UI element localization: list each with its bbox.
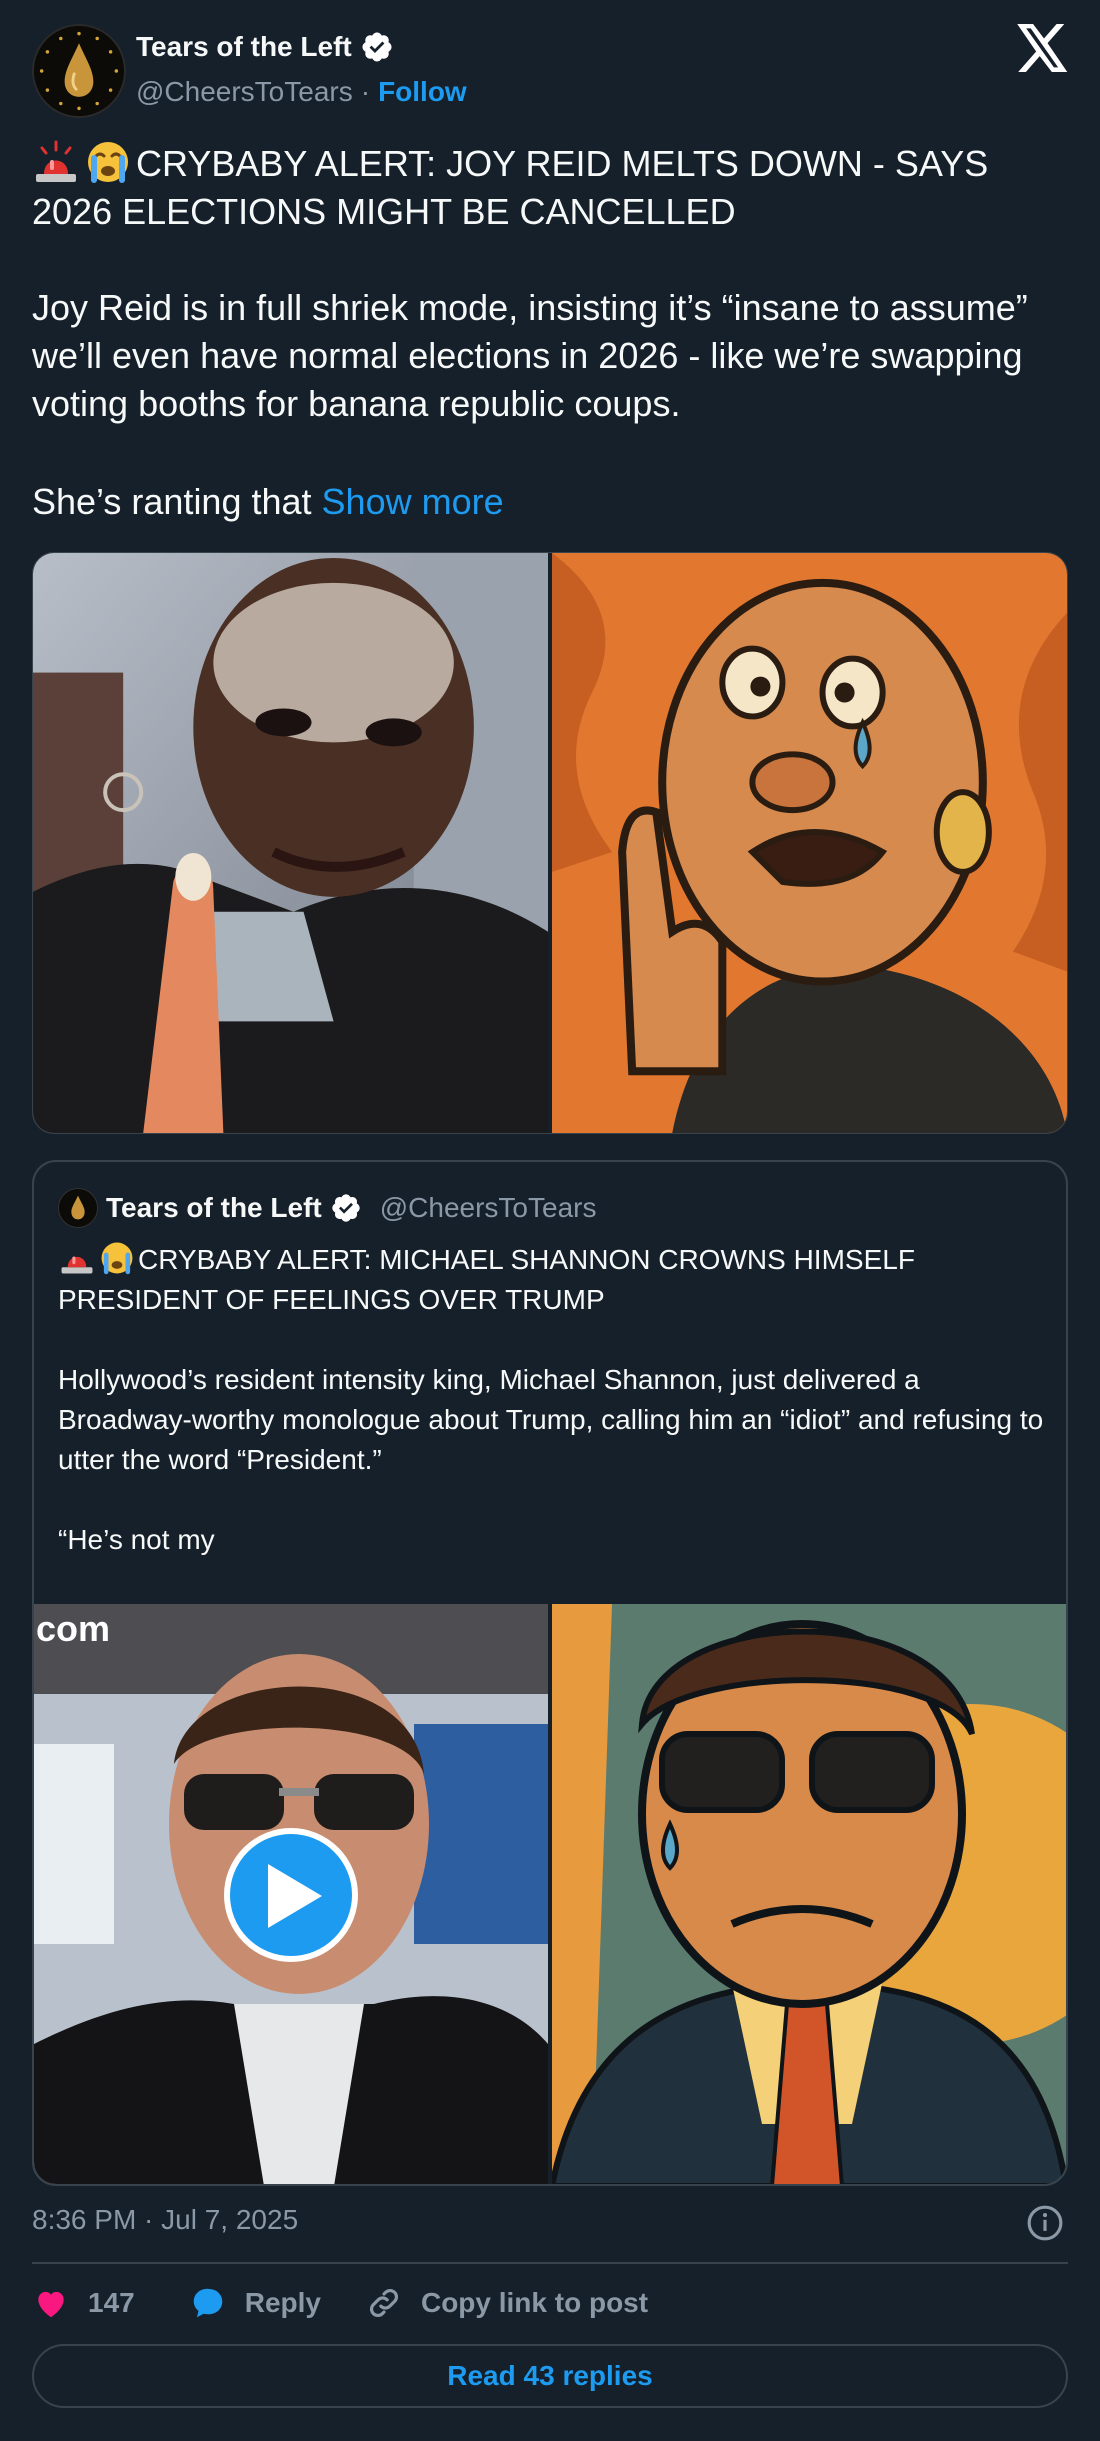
author-handle-row: @CheersToTears · Follow bbox=[136, 76, 467, 108]
reply-button[interactable]: Reply bbox=[189, 2284, 321, 2322]
like-count: 147 bbox=[88, 2287, 135, 2318]
quoted-paragraph-2: “He’s not my bbox=[58, 1524, 215, 1555]
post-paragraph-2: She’s ranting that Show more bbox=[32, 478, 1072, 526]
media-photo-left[interactable] bbox=[33, 553, 548, 1133]
quoted-author-handle: @CheersToTears bbox=[379, 1192, 597, 1223]
x-logo-icon[interactable] bbox=[1016, 24, 1070, 72]
verified-badge-icon bbox=[362, 32, 392, 62]
golden-tear-logo-icon bbox=[34, 26, 124, 116]
tweet-card: Tears of the Left @CheersToTears · Follo… bbox=[0, 0, 1100, 2441]
play-button[interactable] bbox=[224, 1828, 358, 1962]
post-headline-text: CRYBABY ALERT: JOY REID MELTS DOWN - SAY… bbox=[32, 143, 989, 232]
follow-button[interactable]: Follow bbox=[378, 76, 467, 108]
quoted-tweet-header: Tears of the Left @CheersToTears bbox=[58, 1188, 596, 1228]
quoted-video-left[interactable]: com bbox=[34, 1604, 548, 2184]
reply-label: Reply bbox=[244, 2287, 321, 2318]
speech-bubble-icon bbox=[193, 2288, 222, 2318]
copy-link-label: Copy link to post bbox=[420, 2287, 649, 2318]
verified-badge-icon bbox=[332, 1194, 360, 1222]
heart-icon bbox=[38, 2291, 64, 2318]
quoted-headline: CRYBABY ALERT: MICHAEL SHANNON CROWNS HI… bbox=[58, 1240, 1048, 1320]
author-avatar[interactable] bbox=[32, 24, 126, 118]
copy-link-button[interactable]: Copy link to post bbox=[365, 2284, 648, 2322]
quoted-illustration-right[interactable] bbox=[552, 1604, 1066, 2184]
cartoon-crying-man-sunglasses bbox=[552, 1604, 1066, 2184]
read-replies-button[interactable]: Read 43 replies bbox=[32, 2344, 1068, 2408]
quoted-author-avatar bbox=[58, 1188, 98, 1228]
media-illustration-right[interactable] bbox=[552, 553, 1067, 1133]
author-handle[interactable]: @CheersToTears bbox=[136, 76, 353, 108]
link-icon bbox=[369, 2289, 398, 2317]
info-icon[interactable] bbox=[1026, 2204, 1064, 2242]
loudly-crying-face-icon bbox=[88, 142, 128, 183]
photo-woman-selfie bbox=[33, 553, 548, 1133]
footer-divider bbox=[32, 2262, 1068, 2264]
video-watermark: com bbox=[36, 1608, 111, 1649]
like-button[interactable]: 147 bbox=[32, 2284, 135, 2322]
quoted-headline-text: CRYBABY ALERT: MICHAEL SHANNON CROWNS HI… bbox=[58, 1244, 915, 1315]
show-more-link[interactable]: Show more bbox=[322, 481, 504, 522]
loudly-crying-face-icon bbox=[101, 1242, 133, 1275]
author-name-row: Tears of the Left bbox=[136, 30, 394, 64]
cartoon-crying-woman bbox=[552, 553, 1067, 1133]
action-bar: 147 Reply Copy link to post bbox=[32, 2284, 648, 2322]
police-siren-icon bbox=[36, 140, 76, 182]
play-icon bbox=[268, 1864, 322, 1928]
quoted-media-grid: com bbox=[34, 1604, 1066, 2184]
separator-dot: · bbox=[360, 76, 371, 107]
author-display-name[interactable]: Tears of the Left bbox=[136, 31, 352, 63]
quoted-paragraph-1: Hollywood’s resident intensity king, Mic… bbox=[58, 1364, 1044, 1475]
post-paragraph-2-text: She’s ranting that bbox=[32, 481, 322, 522]
post-headline: CRYBABY ALERT: JOY REID MELTS DOWN - SAY… bbox=[32, 140, 1072, 236]
quoted-tweet[interactable]: Tears of the Left @CheersToTears CRYBABY… bbox=[32, 1160, 1068, 2186]
golden-tear-logo-icon bbox=[59, 1189, 97, 1227]
post-paragraph-1: Joy Reid is in full shriek mode, insisti… bbox=[32, 287, 1028, 424]
police-siren-icon bbox=[61, 1256, 93, 1274]
quoted-author-name: Tears of the Left bbox=[106, 1192, 322, 1223]
post-timestamp[interactable]: 8:36 PM · Jul 7, 2025 bbox=[32, 2204, 298, 2236]
post-media-grid bbox=[32, 552, 1068, 1134]
